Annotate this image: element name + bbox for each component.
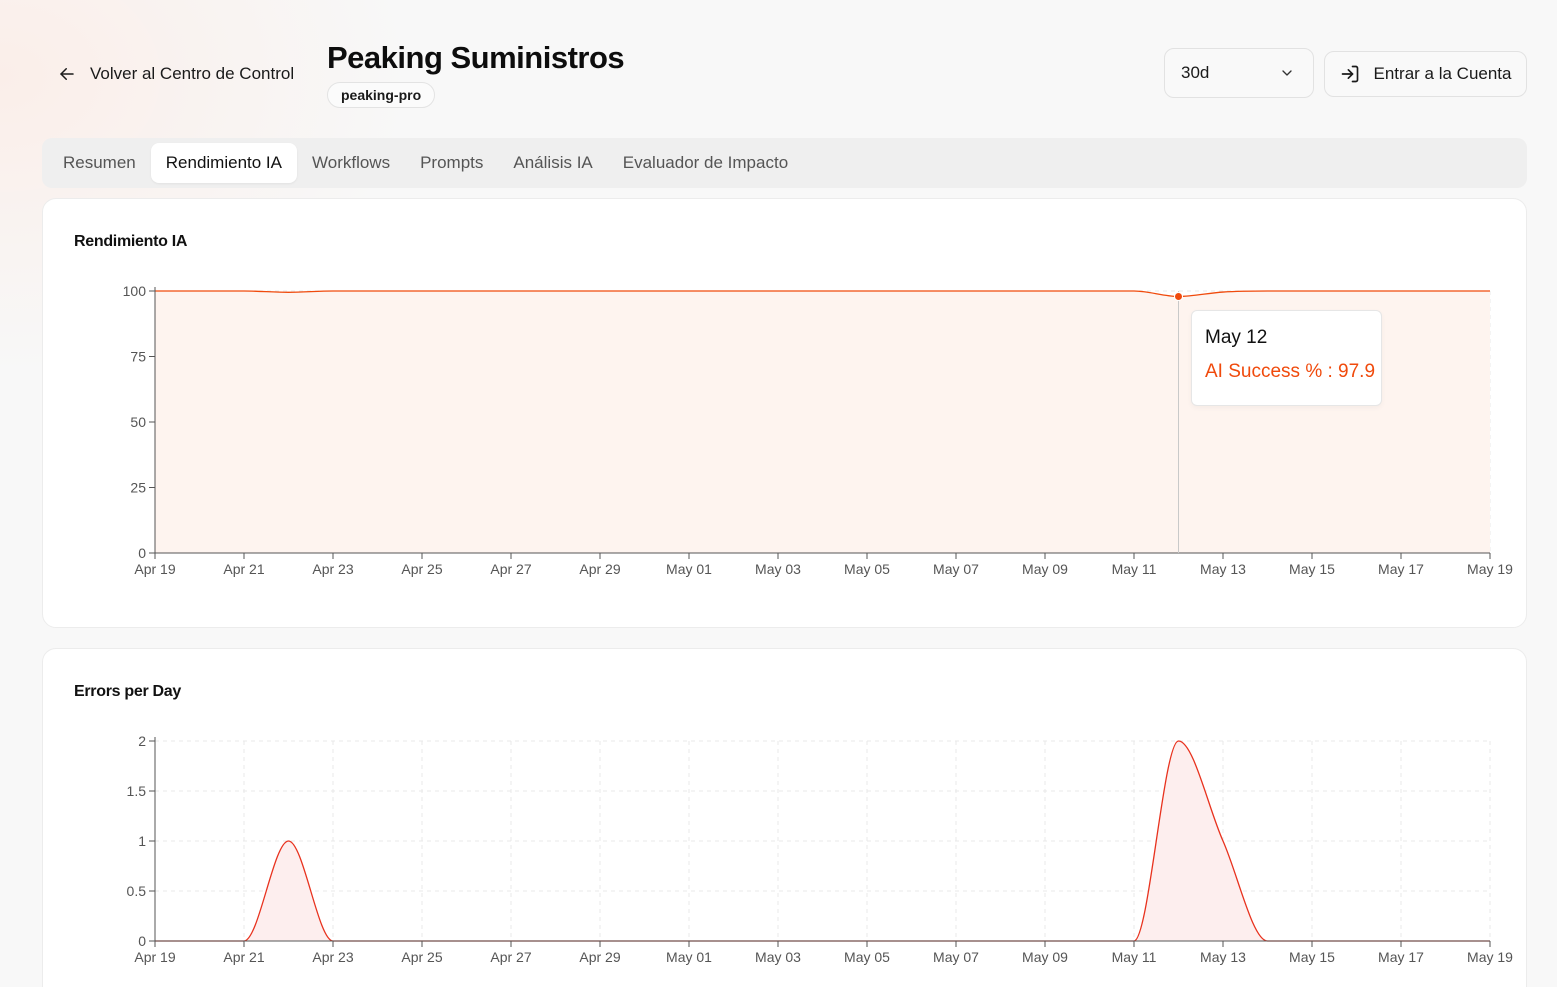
x-tick-label: May 15	[1289, 561, 1335, 577]
ai-performance-card: Rendimiento IA 0 25 50 75 100 Apr 19 Apr 21 Apr…	[42, 198, 1527, 628]
x-tick-label: May 05	[844, 949, 890, 965]
log-in-icon	[1341, 65, 1358, 83]
x-tick-label: Apr 25	[401, 561, 442, 577]
enter-account-button[interactable]: Entrar a la Cuenta	[1324, 51, 1527, 97]
y-tick-label: 0.5	[127, 883, 147, 899]
ai-success-chart[interactable]: 0 25 50 75 100 Apr 19 Apr 21 Apr 23 Apr 25 Apr 27…	[43, 199, 1528, 629]
y-tick-label: 1	[138, 833, 146, 849]
x-tick-label: Apr 23	[312, 949, 353, 965]
x-tick-label: May 13	[1200, 561, 1246, 577]
chevron-down-icon	[1282, 70, 1292, 76]
x-tick-label: May 15	[1289, 949, 1335, 965]
x-tick-label: May 11	[1112, 561, 1157, 577]
x-tick-label: May 03	[755, 561, 801, 577]
x-tick-label: Apr 25	[401, 949, 442, 965]
x-tick-label: May 13	[1200, 949, 1246, 965]
grid-lines	[154, 740, 1491, 942]
x-tick-label: May 09	[1022, 949, 1068, 965]
x-tick-label: Apr 21	[223, 561, 264, 577]
tab-prompts[interactable]: Prompts	[405, 143, 498, 183]
x-tick-label: May 17	[1378, 561, 1424, 577]
x-tick-label: Apr 29	[579, 949, 620, 965]
tooltip-date: May 12	[1205, 327, 1268, 348]
x-tick-label: May 07	[933, 561, 979, 577]
x-tick-label: May 19	[1467, 561, 1513, 577]
tooltip-value: AI Success % : 97.9	[1205, 361, 1376, 382]
y-tick-label: 25	[130, 480, 146, 496]
x-tick-label: May 17	[1378, 949, 1424, 965]
y-tick-label: 0	[138, 933, 146, 949]
tab-bar: Resumen Rendimiento IA Workflows Prompts…	[42, 138, 1527, 188]
date-range-select[interactable]: 30d	[1164, 48, 1314, 98]
page-title: Peaking Suministros	[327, 40, 625, 75]
arrow-left-icon	[60, 68, 74, 80]
x-tick-label: May 05	[844, 561, 890, 577]
active-data-point	[1174, 292, 1183, 302]
back-to-control-center-link[interactable]: Volver al Centro de Control	[58, 60, 294, 88]
x-tick-label: Apr 21	[223, 949, 264, 965]
tab-resumen[interactable]: Resumen	[48, 143, 151, 183]
errors-per-day-card: Errors per Day 0 0.5 1 1.5 2 Apr 19 Apr 21 Apr …	[42, 648, 1527, 987]
errors-per-day-chart[interactable]: 0 0.5 1 1.5 2 Apr 19 Apr 21 Apr 23 Apr 25 Apr 27 A…	[43, 649, 1528, 987]
tab-analisis-ia[interactable]: Análisis IA	[498, 143, 607, 183]
x-tick-label: Apr 29	[579, 561, 620, 577]
x-tick-label: Apr 23	[312, 561, 353, 577]
account-slug-badge: peaking-pro	[327, 82, 436, 108]
y-tick-label: 75	[130, 349, 146, 365]
y-tick-label: 1.5	[127, 783, 147, 799]
x-tick-label: Apr 19	[134, 561, 175, 577]
tab-evaluador-de-impacto[interactable]: Evaluador de Impacto	[608, 143, 803, 183]
x-tick-label: May 01	[666, 561, 712, 577]
tab-rendimiento-ia[interactable]: Rendimiento IA	[150, 143, 297, 183]
x-tick-label: May 19	[1467, 949, 1513, 965]
y-tick-label: 100	[123, 283, 147, 299]
back-link-label: Volver al Centro de Control	[90, 64, 295, 83]
x-tick-label: Apr 27	[490, 561, 531, 577]
x-tick-label: May 11	[1112, 949, 1157, 965]
y-tick-label: 50	[130, 414, 146, 430]
y-tick-label: 2	[138, 733, 146, 749]
chart-tooltip: May 12 AI Success % : 97.9	[1191, 310, 1382, 406]
x-tick-label: May 03	[755, 949, 801, 965]
x-tick-label: May 01	[666, 949, 712, 965]
enter-account-label: Entrar a la Cuenta	[1373, 64, 1512, 83]
tab-workflows[interactable]: Workflows	[297, 143, 405, 183]
x-tick-label: May 09	[1022, 561, 1068, 577]
y-tick-label: 0	[138, 545, 146, 561]
x-tick-label: Apr 27	[490, 949, 531, 965]
date-range-value: 30d	[1181, 63, 1210, 82]
x-tick-label: Apr 19	[134, 949, 175, 965]
x-tick-label: May 07	[933, 949, 979, 965]
